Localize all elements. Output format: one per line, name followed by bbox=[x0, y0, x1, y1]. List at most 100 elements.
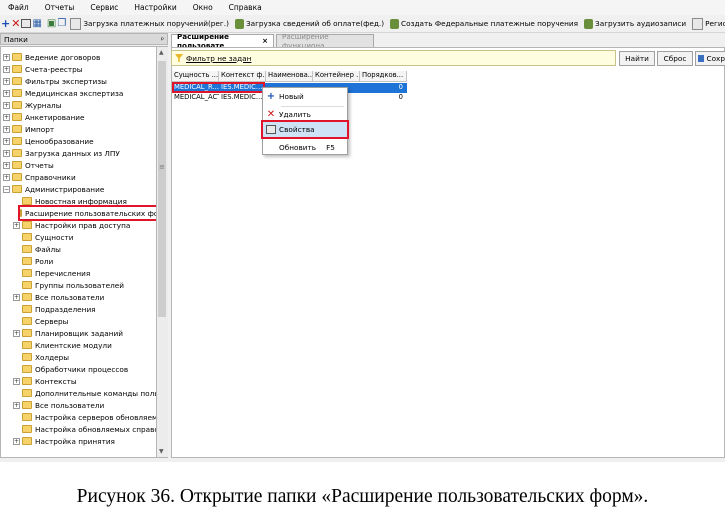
pin-icon[interactable]: ᵖ bbox=[161, 35, 164, 44]
find-button[interactable]: Найти bbox=[619, 51, 655, 66]
tree-node[interactable]: + Загрузка данных из ЛПУ bbox=[3, 147, 120, 159]
save-button[interactable]: Сохр bbox=[695, 51, 725, 66]
context-menu-properties[interactable]: Свойства bbox=[261, 120, 349, 139]
tree-node[interactable]: + Журналы bbox=[3, 99, 61, 111]
tree-node[interactable]: + Справочники bbox=[3, 171, 76, 183]
expand-icon[interactable]: + bbox=[3, 101, 10, 109]
load-payment-orders-button[interactable]: Загрузка платежных поручений(рег.) bbox=[70, 17, 229, 30]
tree-node[interactable]: + Импорт bbox=[3, 123, 54, 135]
tree-node[interactable]: Подразделения bbox=[22, 303, 96, 315]
tree-node[interactable]: + Настройки прав доступа bbox=[13, 219, 130, 231]
tree-node[interactable]: + Ведение договоров bbox=[3, 51, 100, 63]
properties-icon[interactable] bbox=[21, 17, 32, 31]
expand-icon[interactable]: + bbox=[3, 161, 10, 169]
tree-node[interactable]: Перечисления bbox=[22, 267, 90, 279]
expand-icon[interactable]: + bbox=[3, 173, 10, 181]
folder-icon bbox=[12, 185, 22, 193]
tree-node[interactable]: Файлы bbox=[22, 243, 61, 255]
scroll-down-icon[interactable]: ▼ bbox=[159, 448, 164, 455]
copy-icon[interactable]: ❐ bbox=[57, 17, 66, 31]
expand-icon[interactable]: + bbox=[13, 377, 20, 385]
properties-icon bbox=[263, 125, 279, 134]
column-header-order[interactable]: Порядков... bbox=[360, 71, 407, 82]
add-icon[interactable]: + bbox=[1, 17, 10, 31]
expand-icon[interactable]: + bbox=[13, 221, 20, 229]
upload-audio-button[interactable]: Загрузить аудиозаписи bbox=[584, 18, 686, 29]
context-menu-refresh[interactable]: Обновить F5 bbox=[263, 140, 347, 155]
menu-window[interactable]: Окно bbox=[185, 3, 221, 12]
tree-node[interactable]: Роли bbox=[22, 255, 53, 267]
tree-node[interactable]: Холдеры bbox=[22, 351, 69, 363]
scroll-up-icon[interactable]: ▲ bbox=[159, 49, 164, 56]
expand-icon[interactable]: + bbox=[13, 293, 20, 301]
folder-icon bbox=[22, 389, 32, 397]
filter-bar[interactable]: Фильтр не задан bbox=[171, 50, 616, 66]
report-icon[interactable]: ▣ bbox=[47, 17, 56, 31]
menu-service[interactable]: Сервис bbox=[82, 3, 126, 12]
tree-node[interactable]: Новостная информация bbox=[22, 195, 127, 207]
reset-button[interactable]: Сброс bbox=[657, 51, 693, 66]
expand-icon[interactable]: + bbox=[3, 149, 10, 157]
expand-icon[interactable]: + bbox=[3, 125, 10, 133]
context-menu-new[interactable]: + Новый bbox=[263, 89, 347, 104]
tab-user-forms-extension[interactable]: Расширение пользовате × bbox=[171, 32, 274, 50]
menu-file[interactable]: Файл bbox=[0, 3, 37, 12]
tree-node[interactable]: + Отчеты bbox=[3, 159, 54, 171]
expand-icon[interactable]: + bbox=[3, 65, 10, 73]
grid-header: Сущность ... Контекст ф... Наименова... … bbox=[172, 71, 407, 82]
folders-panel-header: Папки ᵖ bbox=[0, 33, 168, 45]
tree-node[interactable]: Обработчики процессов bbox=[22, 363, 128, 375]
menu-reports[interactable]: Отчеты bbox=[37, 3, 83, 12]
tree-node[interactable]: Дополнительные команды пользователя bbox=[22, 387, 156, 399]
tree-node[interactable]: Серверы bbox=[22, 315, 68, 327]
menu-help[interactable]: Справка bbox=[221, 3, 270, 12]
tree-node[interactable]: + Ценообразование bbox=[3, 135, 94, 147]
folder-icon bbox=[20, 209, 22, 217]
tree-node[interactable]: + Анкетирование bbox=[3, 111, 85, 123]
expand-icon[interactable]: + bbox=[3, 77, 10, 85]
expand-icon[interactable]: + bbox=[3, 89, 10, 97]
column-header-container[interactable]: Контейнер ... bbox=[313, 71, 360, 82]
folder-icon bbox=[22, 233, 32, 241]
tree-node[interactable]: Группы пользователей bbox=[22, 279, 124, 291]
tree-node[interactable]: + Фильтры экспертизы bbox=[3, 75, 107, 87]
tree-node[interactable]: + Счета-реестры bbox=[3, 63, 83, 75]
tree-node[interactable]: + Медицинская экспертиза bbox=[3, 87, 123, 99]
expand-icon[interactable]: + bbox=[3, 137, 10, 145]
column-header-context[interactable]: Контекст ф... bbox=[219, 71, 266, 82]
expand-icon[interactable]: + bbox=[13, 437, 20, 445]
tree-node[interactable]: Клиентские модули bbox=[22, 339, 112, 351]
column-header-name[interactable]: Наименова... bbox=[266, 71, 313, 82]
tree-node[interactable]: Сущности bbox=[22, 231, 74, 243]
expand-icon[interactable]: + bbox=[13, 329, 20, 337]
close-tab-icon[interactable]: × bbox=[262, 37, 268, 45]
scrollbar-thumb[interactable] bbox=[158, 61, 166, 317]
filter-status-link[interactable]: Фильтр не задан bbox=[186, 54, 251, 63]
tree-node[interactable]: + Все пользователи bbox=[13, 291, 104, 303]
register-request-button[interactable]: Регистрация обращения bbox=[692, 17, 725, 30]
delete-icon[interactable]: ✕ bbox=[11, 17, 20, 31]
expand-icon[interactable]: + bbox=[3, 113, 10, 121]
column-header-entity[interactable]: Сущность ... bbox=[172, 71, 219, 82]
tree-node-selected[interactable]: Расширение пользовательских форм bbox=[18, 205, 156, 221]
tree-node[interactable]: Настройка обновляемых справочников bbox=[22, 423, 156, 435]
plus-icon: + bbox=[266, 90, 276, 102]
tree-node[interactable]: + Все пользователи bbox=[13, 399, 104, 411]
tree-node[interactable]: + Контексты bbox=[13, 375, 77, 387]
tree-node[interactable]: − Администрирование bbox=[3, 183, 104, 195]
load-payment-info-button[interactable]: Загрузка сведений об оплате(фед.) bbox=[234, 18, 384, 29]
collapse-icon[interactable]: − bbox=[3, 185, 10, 193]
tab-functionality-extension[interactable]: Расширение функциона bbox=[276, 32, 374, 50]
tree-node[interactable]: + Планировщик заданий bbox=[13, 327, 123, 339]
selection-highlight bbox=[172, 82, 265, 93]
menu-settings[interactable]: Настройки bbox=[126, 3, 184, 12]
tree-scrollbar[interactable]: ▲ ≡ ▼ bbox=[157, 46, 168, 458]
tree-node[interactable]: Настройка серверов обновляемых справочни… bbox=[22, 411, 156, 423]
expand-icon[interactable]: + bbox=[3, 53, 10, 61]
folder-icon bbox=[22, 257, 32, 265]
expand-icon[interactable]: + bbox=[13, 401, 20, 409]
create-payment-orders-button[interactable]: Создать Федеральные платежные поручения bbox=[390, 18, 578, 29]
context-menu-delete[interactable]: ✕ Удалить bbox=[263, 107, 347, 122]
tree-node[interactable]: + Настройка принятия bbox=[13, 435, 115, 447]
grid-icon[interactable]: ▦ bbox=[32, 17, 41, 31]
